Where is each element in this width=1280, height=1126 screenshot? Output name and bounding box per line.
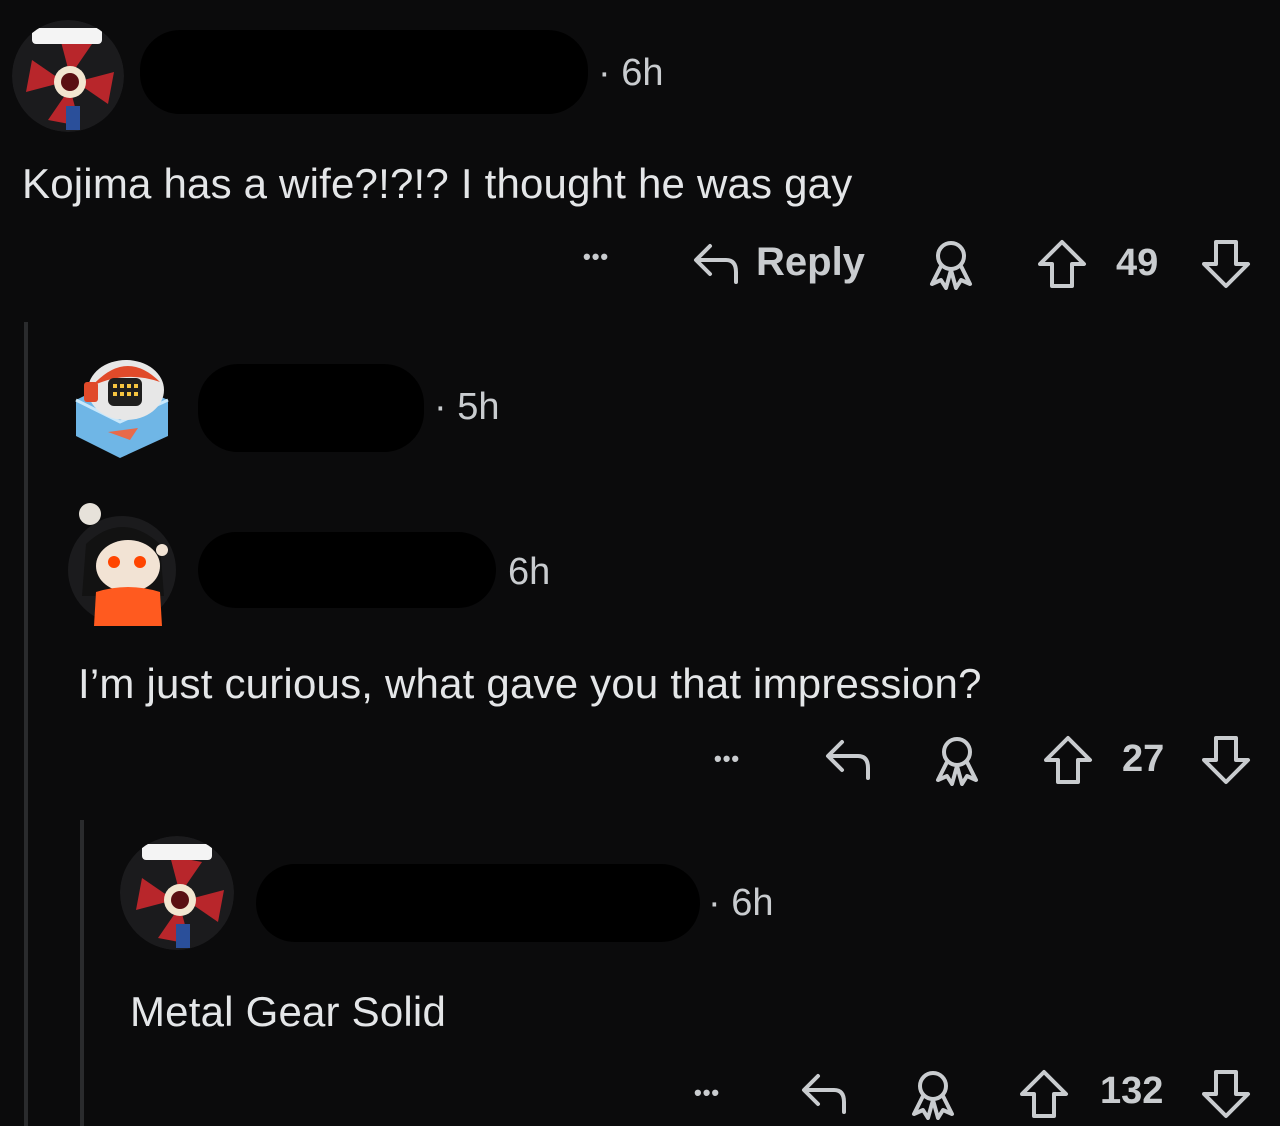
vote-score: 27 xyxy=(1122,738,1165,780)
avatar[interactable] xyxy=(12,20,124,132)
more-dots-icon[interactable]: ••• xyxy=(714,746,740,772)
upvote-arrow-icon[interactable] xyxy=(1042,734,1094,786)
comment-body: Metal Gear Solid xyxy=(130,988,447,1035)
avatar[interactable] xyxy=(66,500,178,626)
more-dots-icon[interactable]: ••• xyxy=(583,244,609,270)
demogorgon-avatar-icon xyxy=(12,20,124,132)
comment-timestamp: 6h xyxy=(508,551,551,593)
redacted-username xyxy=(198,532,496,608)
downvote-arrow-icon[interactable] xyxy=(1200,734,1252,786)
reply-arrow-icon[interactable] xyxy=(798,1068,850,1116)
downvote-arrow-icon[interactable] xyxy=(1200,238,1252,290)
more-dots-icon[interactable]: ••• xyxy=(694,1080,720,1106)
comment-timestamp: · 6h xyxy=(598,52,664,94)
redacted-username xyxy=(198,364,424,452)
vote-score: 49 xyxy=(1116,242,1159,284)
comment-body: I’m just curious, what gave you that imp… xyxy=(78,660,982,707)
downvote-arrow-icon[interactable] xyxy=(1200,1068,1252,1120)
reply-arrow-icon[interactable] xyxy=(690,238,742,286)
award-icon[interactable] xyxy=(906,1068,960,1120)
avatar[interactable] xyxy=(68,340,172,460)
snoo-avatar-icon xyxy=(68,503,176,626)
thread-line-level-2[interactable] xyxy=(80,820,84,1126)
avatar[interactable] xyxy=(120,836,234,950)
award-icon[interactable] xyxy=(924,238,978,290)
comment-timestamp: · 5h xyxy=(434,386,500,428)
reply-arrow-icon[interactable] xyxy=(822,734,874,782)
vote-score: 132 xyxy=(1100,1070,1164,1112)
comment-timestamp: · 6h xyxy=(708,882,774,924)
reply-button[interactable]: Reply xyxy=(756,240,865,285)
upvote-arrow-icon[interactable] xyxy=(1018,1068,1070,1120)
robot-avatar-icon xyxy=(75,360,169,458)
thread-line-level-1[interactable] xyxy=(24,322,28,1126)
award-icon[interactable] xyxy=(930,734,984,786)
demogorgon-avatar-icon xyxy=(120,836,234,950)
upvote-arrow-icon[interactable] xyxy=(1036,238,1088,290)
redacted-username xyxy=(256,864,700,942)
redacted-username xyxy=(140,30,588,114)
comment-body: Kojima has a wife?!?!? I thought he was … xyxy=(22,160,853,207)
